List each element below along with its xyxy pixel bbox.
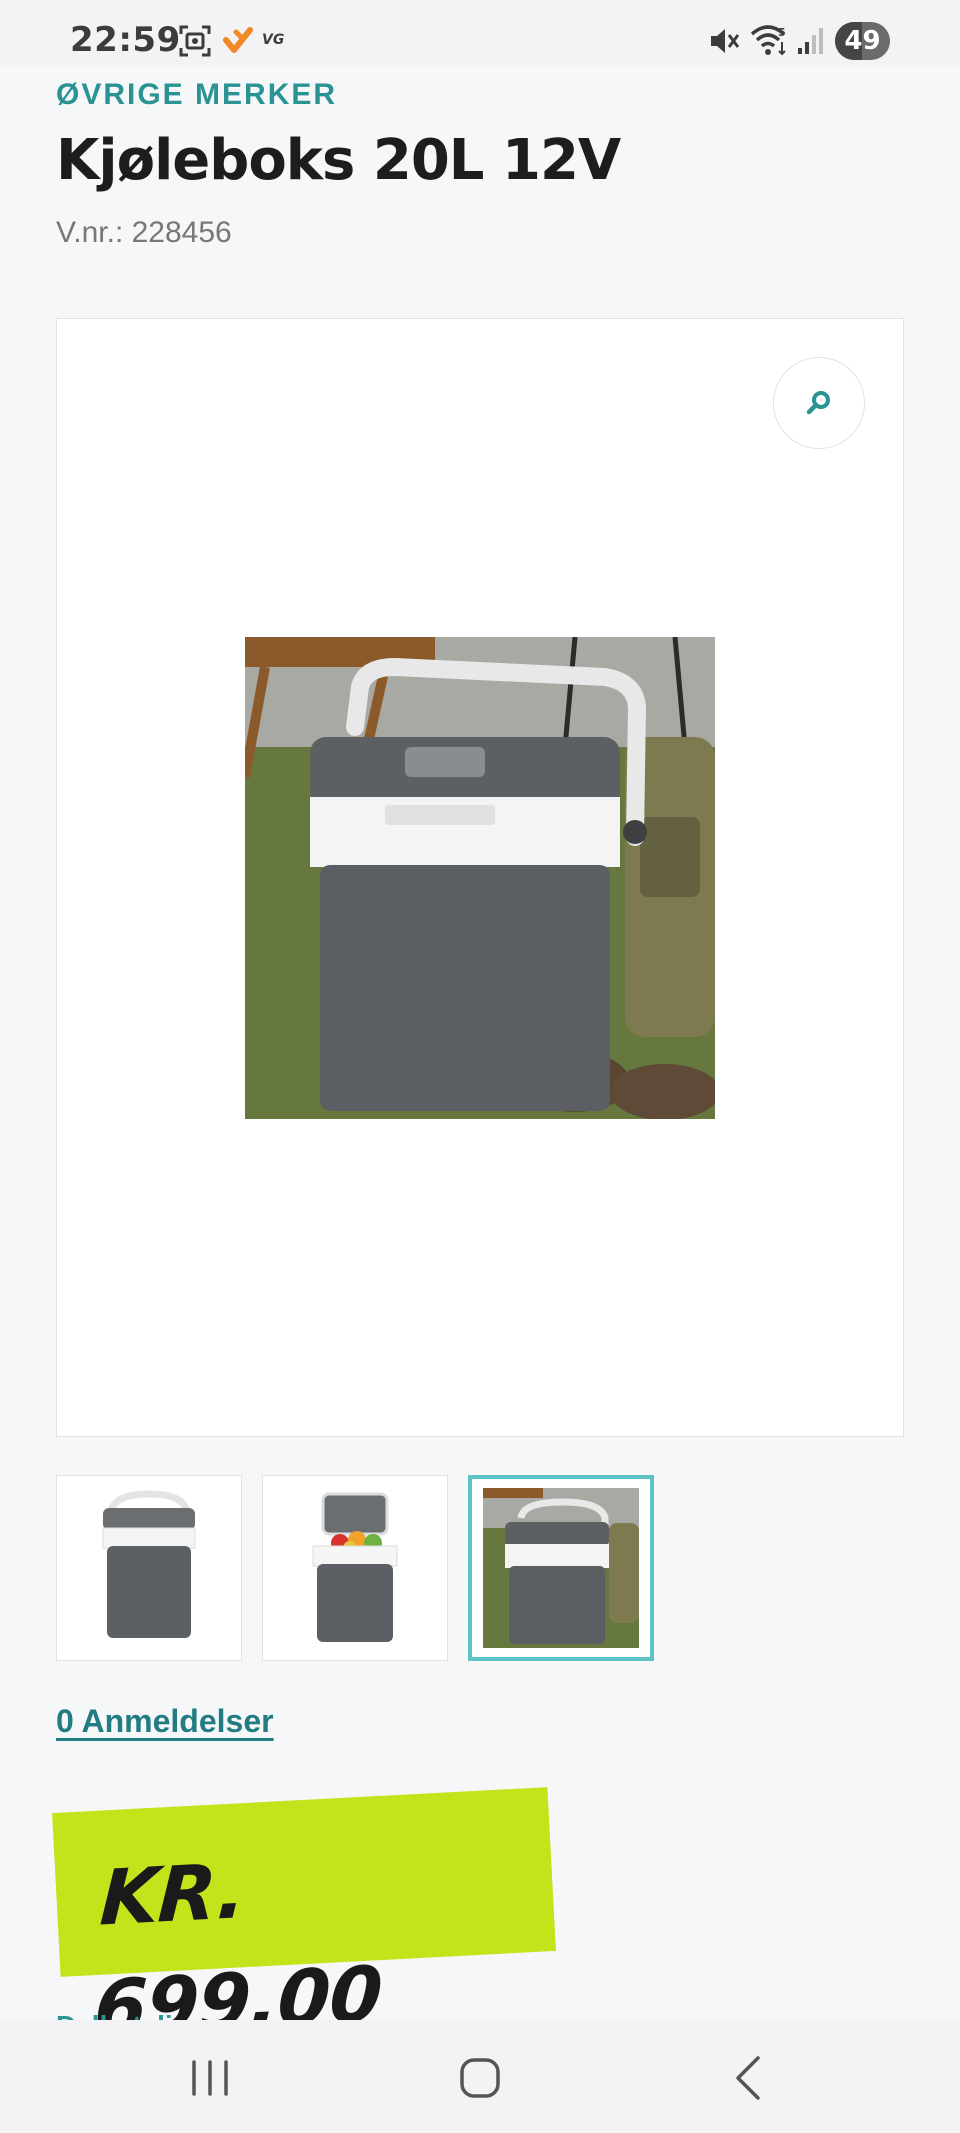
cooler-open-thumbnail-image	[312, 1492, 398, 1642]
cooler-outdoor-thumbnail-image	[483, 1488, 639, 1648]
cooler-photo	[245, 637, 715, 1119]
mute-icon	[711, 29, 740, 53]
battery-level: 49	[844, 26, 881, 56]
thumbnail-2[interactable]	[262, 1475, 448, 1661]
search-icon	[806, 391, 830, 415]
reviews-link[interactable]: 0 Anmeldelser	[56, 1703, 274, 1740]
thumbnail-3[interactable]	[468, 1475, 654, 1661]
main-product-image[interactable]	[56, 318, 904, 1437]
wifi-icon: 5	[750, 25, 786, 56]
screenshot-icon	[179, 25, 211, 57]
brand-label[interactable]: ØVRIGE MERKER	[56, 78, 337, 112]
vg-app-icon: VG	[262, 32, 285, 48]
status-time: 22:59	[70, 20, 181, 60]
product-sku: V.nr.: 228456	[56, 216, 232, 249]
partial-section-text: Delbetaling	[56, 2010, 356, 2020]
thumbnail-1[interactable]	[56, 1475, 242, 1661]
vivaldi-app-icon	[223, 27, 253, 53]
product-price: KR. 699,00	[92, 1845, 384, 2054]
status-bar: 22:59 VG 5 49	[0, 0, 960, 66]
svg-text:5: 5	[778, 26, 786, 39]
battery-icon: 49	[835, 22, 890, 60]
thumbnail-strip	[56, 1475, 904, 1662]
navigation-bar	[0, 2020, 960, 2133]
home-icon[interactable]	[450, 2050, 510, 2106]
signal-icon	[798, 28, 823, 54]
cooler-thumbnail-image	[102, 1490, 196, 1638]
zoom-button[interactable]	[773, 357, 865, 449]
product-title: Kjøleboks 20L 12V	[56, 128, 621, 193]
recent-apps-icon[interactable]	[180, 2050, 240, 2106]
back-icon[interactable]	[720, 2050, 780, 2106]
